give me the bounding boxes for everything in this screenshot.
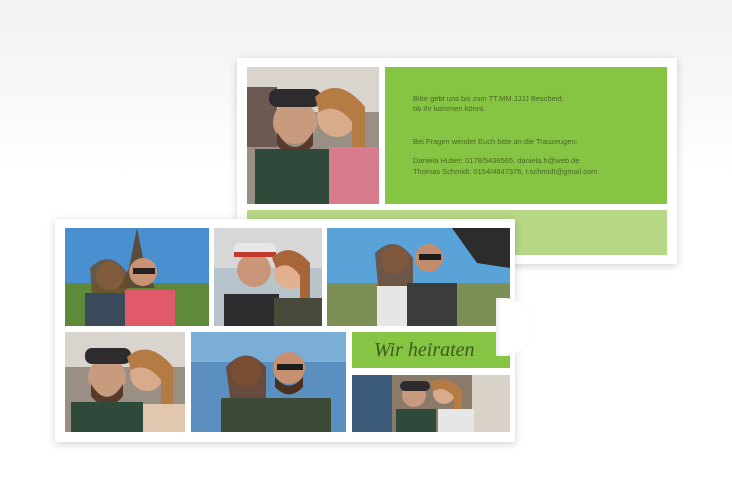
rsvp-deadline-text: Bitte gebt uns bis zum TT.MM.JJJJ Besche… <box>413 94 564 103</box>
sleeve-thumb-cutout <box>496 298 534 356</box>
photo-hug-selfie <box>191 332 346 432</box>
rsvp-questions-text: Bei Fragen wendet Euch bitte an die Trau… <box>413 137 578 146</box>
photo-beach-selfie <box>327 228 510 326</box>
sleeve-card: Wir heiraten <box>55 219 534 442</box>
couple-photo-kiss <box>247 67 379 204</box>
photo-eiffel-tower-selfie <box>65 228 209 326</box>
photo-cap-selfie <box>214 228 322 326</box>
headline-panel: Wir heiraten <box>352 332 510 368</box>
photo-street-selfie <box>352 375 510 432</box>
photo-kiss-selfie <box>65 332 185 432</box>
rsvp-panel <box>385 67 667 204</box>
rsvp-deadline-text-2: ob ihr kommen könnt. <box>413 104 486 113</box>
witness-contact-2: Thomas Schmidt: 0154/4847376, t.schmidt@… <box>413 167 598 176</box>
witness-contact-1: Daniela Huber: 0178/5436565, daniela.h@w… <box>413 156 580 165</box>
headline-text: Wir heiraten <box>374 339 475 361</box>
